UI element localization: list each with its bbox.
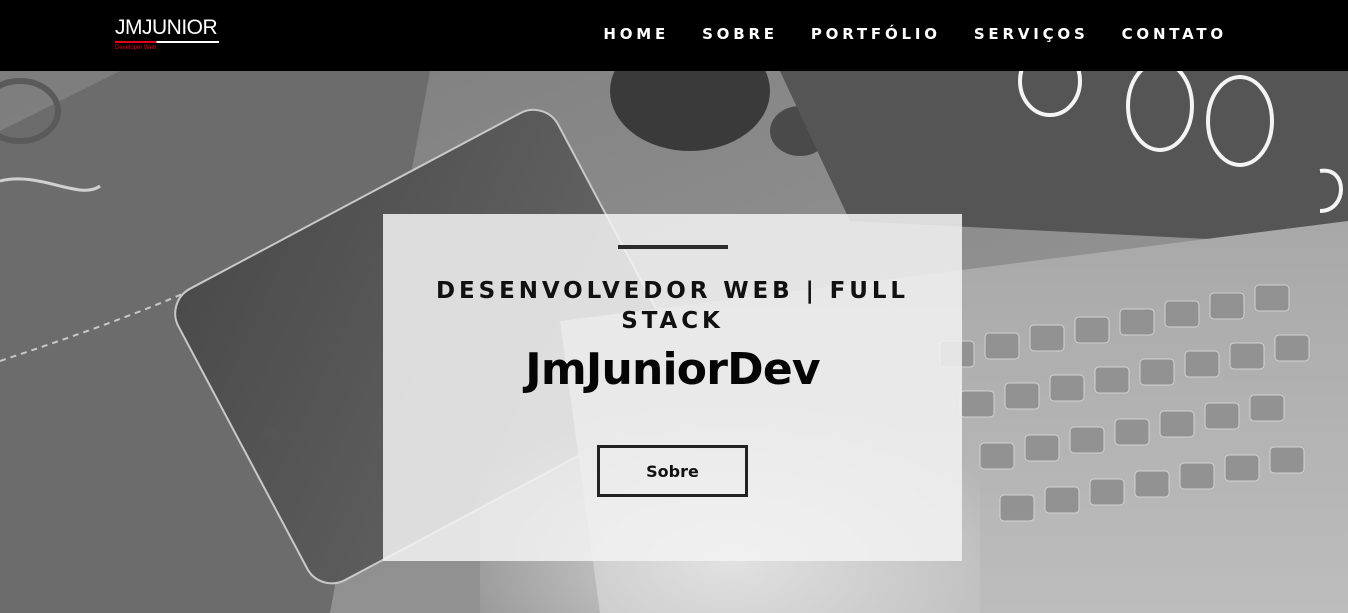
nav-contato[interactable]: CONTATO xyxy=(1122,22,1227,46)
nav-portfolio[interactable]: PORTFÓLIO xyxy=(811,22,941,46)
main-nav: HOME SOBRE PORTFÓLIO SERVIÇOS CONTATO xyxy=(603,22,1227,46)
page: JMJUNIOR Developer Web HOME SOBRE PORTFÓ… xyxy=(0,0,1348,613)
sobre-button[interactable]: Sobre xyxy=(597,445,748,497)
logo-subtitle: Developer Web xyxy=(115,45,157,51)
header: JMJUNIOR Developer Web HOME SOBRE PORTFÓ… xyxy=(0,0,1348,71)
nav-home[interactable]: HOME xyxy=(603,22,669,46)
hero-subtitle: DESENVOLVEDOR WEB | FULL STACK xyxy=(436,278,909,334)
card-divider xyxy=(618,245,728,249)
hero-title: JmJuniorDev xyxy=(525,344,820,395)
hero-card: DESENVOLVEDOR WEB | FULL STACK JmJuniorD… xyxy=(383,214,962,561)
nav-sobre[interactable]: SOBRE xyxy=(702,22,778,46)
logo-link[interactable]: JMJUNIOR Developer Web xyxy=(115,16,225,56)
logo-underline xyxy=(115,41,219,43)
nav-servicos[interactable]: SERVIÇOS xyxy=(974,22,1089,46)
logo-text: JMJUNIOR xyxy=(115,16,218,39)
